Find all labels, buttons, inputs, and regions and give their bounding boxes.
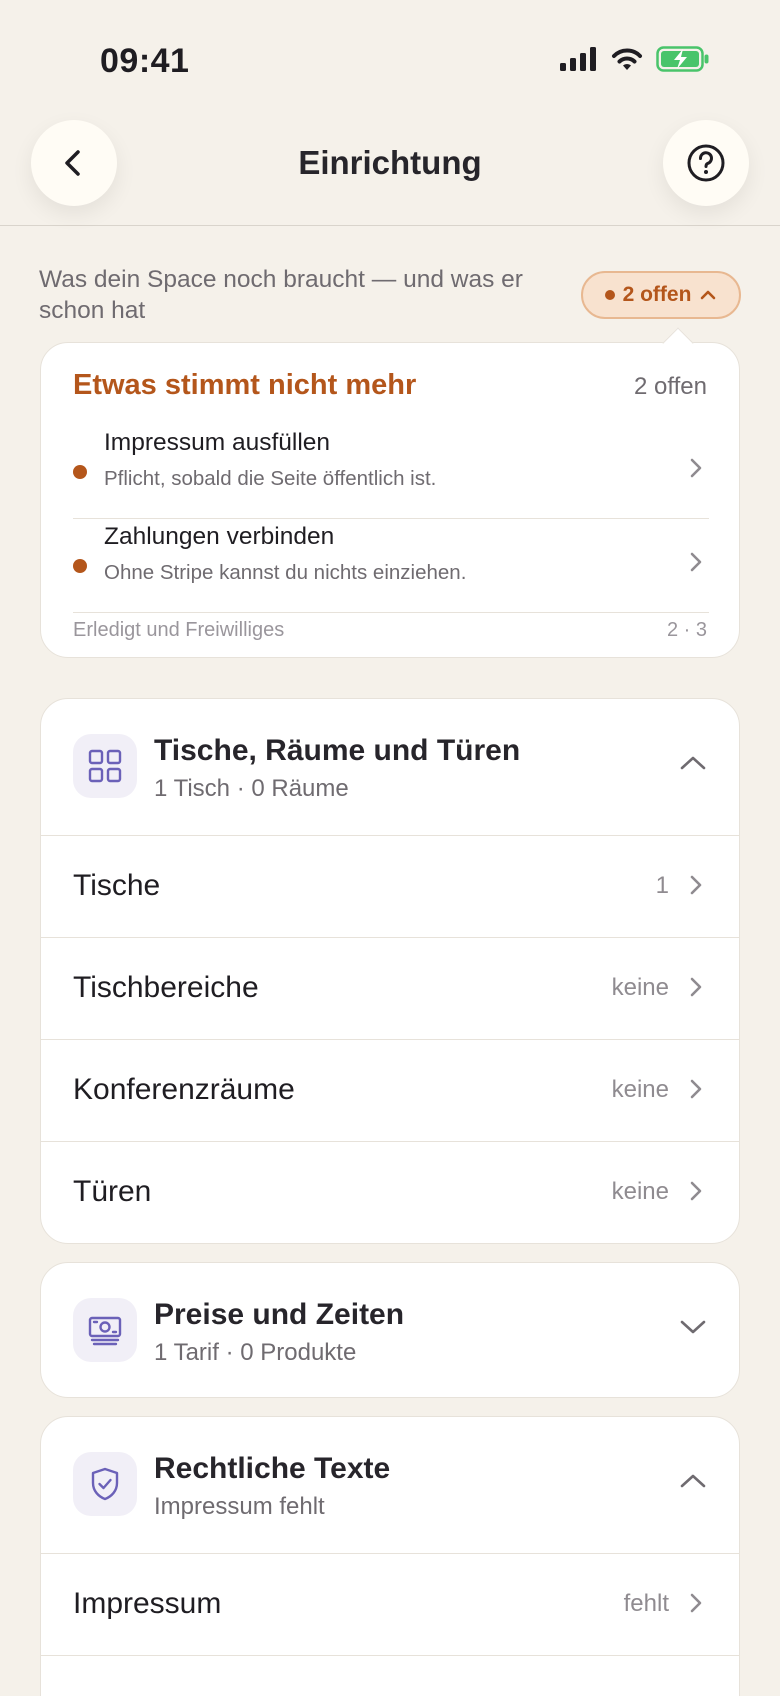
status-icons bbox=[560, 46, 710, 72]
list-row-table-areas[interactable]: Tischbereiche keine bbox=[41, 937, 739, 1039]
row-value: keine bbox=[611, 1076, 669, 1103]
intro-text: Was dein Space noch braucht — und was er… bbox=[39, 266, 523, 324]
issue-subtitle: Ohne Stripe kannst du nichts einziehen. bbox=[104, 561, 467, 584]
chevron-right-icon bbox=[690, 875, 702, 895]
issue-title: Zahlungen verbinden bbox=[104, 523, 335, 550]
chevron-right-icon bbox=[690, 552, 702, 572]
row-label: Konferenzräume bbox=[73, 1073, 295, 1106]
banknote-icon bbox=[73, 1298, 137, 1362]
section-subtitle: 1 Tarif · 0 Produkte bbox=[154, 1339, 357, 1366]
issue-title: Impressum ausfüllen bbox=[104, 429, 331, 456]
issue-row-impressum[interactable]: Impressum ausfüllen Pflicht, sobald die … bbox=[73, 427, 709, 519]
issues-footer-counts: 2 · 3 bbox=[666, 619, 707, 641]
section-subtitle: 1 Tisch · 0 Räume bbox=[154, 775, 349, 802]
section-header[interactable]: Tische, Räume und Türen 1 Tisch · 0 Räum… bbox=[41, 699, 739, 835]
chevron-down-icon[interactable] bbox=[679, 1318, 707, 1336]
issues-title: Etwas stimmt nicht mehr bbox=[73, 369, 417, 401]
status-time: 09:41 bbox=[100, 42, 190, 80]
row-value: 1 bbox=[655, 872, 669, 899]
section-prices-times: Preise und Zeiten 1 Tarif · 0 Produkte bbox=[40, 1262, 740, 1398]
open-issues-badge[interactable]: 2 offen bbox=[581, 271, 741, 319]
chevron-up-icon bbox=[701, 290, 716, 300]
status-bar: 09:41 bbox=[0, 0, 780, 110]
list-row-impressum[interactable]: Impressum fehlt bbox=[41, 1553, 739, 1655]
list-row-doors[interactable]: Türen keine bbox=[41, 1141, 739, 1243]
chevron-right-icon bbox=[690, 1181, 702, 1201]
section-title: Rechtliche Texte bbox=[154, 1452, 391, 1485]
section-title: Preise und Zeiten bbox=[154, 1298, 405, 1331]
wifi-icon bbox=[612, 48, 642, 70]
issues-footer-label: Erledigt und Freiwilliges bbox=[73, 619, 285, 641]
row-label: Tische bbox=[73, 869, 161, 902]
navigation-bar: Einrichtung bbox=[0, 120, 780, 226]
section-header[interactable]: Preise und Zeiten 1 Tarif · 0 Produkte bbox=[41, 1263, 739, 1397]
issue-row-payments[interactable]: Zahlungen verbinden Ohne Stripe kannst d… bbox=[73, 521, 709, 613]
issues-count: 2 offen bbox=[634, 373, 707, 400]
shield-check-icon bbox=[73, 1452, 137, 1516]
question-circle-icon bbox=[687, 144, 725, 182]
issues-card: Etwas stimmt nicht mehr 2 offen Impressu… bbox=[40, 342, 740, 658]
battery-charging-icon bbox=[656, 46, 709, 72]
section-title: Tische, Räume und Türen bbox=[154, 734, 521, 767]
chevron-right-icon bbox=[690, 458, 702, 478]
row-label: Türen bbox=[73, 1175, 152, 1208]
chevron-up-icon[interactable] bbox=[679, 1472, 707, 1490]
list-row-partial[interactable] bbox=[41, 1655, 739, 1696]
row-value: keine bbox=[611, 1178, 669, 1205]
chevron-right-icon bbox=[690, 1079, 702, 1099]
list-row-conference-rooms[interactable]: Konferenzräume keine bbox=[41, 1039, 739, 1141]
section-subtitle: Impressum fehlt bbox=[154, 1493, 325, 1520]
grid-icon bbox=[73, 734, 137, 798]
help-button[interactable] bbox=[663, 120, 749, 206]
row-value: fehlt bbox=[623, 1590, 669, 1617]
section-header[interactable]: Rechtliche Texte Impressum fehlt bbox=[41, 1417, 739, 1553]
section-legal-texts: Rechtliche Texte Impressum fehlt Impress… bbox=[40, 1416, 740, 1696]
chevron-up-icon[interactable] bbox=[679, 754, 707, 772]
status-dot bbox=[73, 465, 87, 479]
open-issues-label: 2 offen bbox=[622, 283, 692, 306]
status-dot bbox=[604, 290, 615, 300]
issues-footer[interactable]: Erledigt und Freiwilliges 2 · 3 bbox=[73, 619, 707, 642]
row-label: Impressum bbox=[73, 1587, 222, 1620]
list-row-tables[interactable]: Tische 1 bbox=[41, 835, 739, 937]
section-tables-rooms-doors: Tische, Räume und Türen 1 Tisch · 0 Räum… bbox=[40, 698, 740, 1244]
issue-subtitle: Pflicht, sobald die Seite öffentlich ist… bbox=[104, 467, 437, 490]
chevron-right-icon bbox=[690, 977, 702, 997]
row-label: Tischbereiche bbox=[73, 971, 259, 1004]
signal-icon bbox=[560, 47, 596, 71]
status-dot bbox=[73, 559, 87, 573]
row-value: keine bbox=[611, 974, 669, 1001]
chevron-right-icon bbox=[690, 1593, 702, 1613]
